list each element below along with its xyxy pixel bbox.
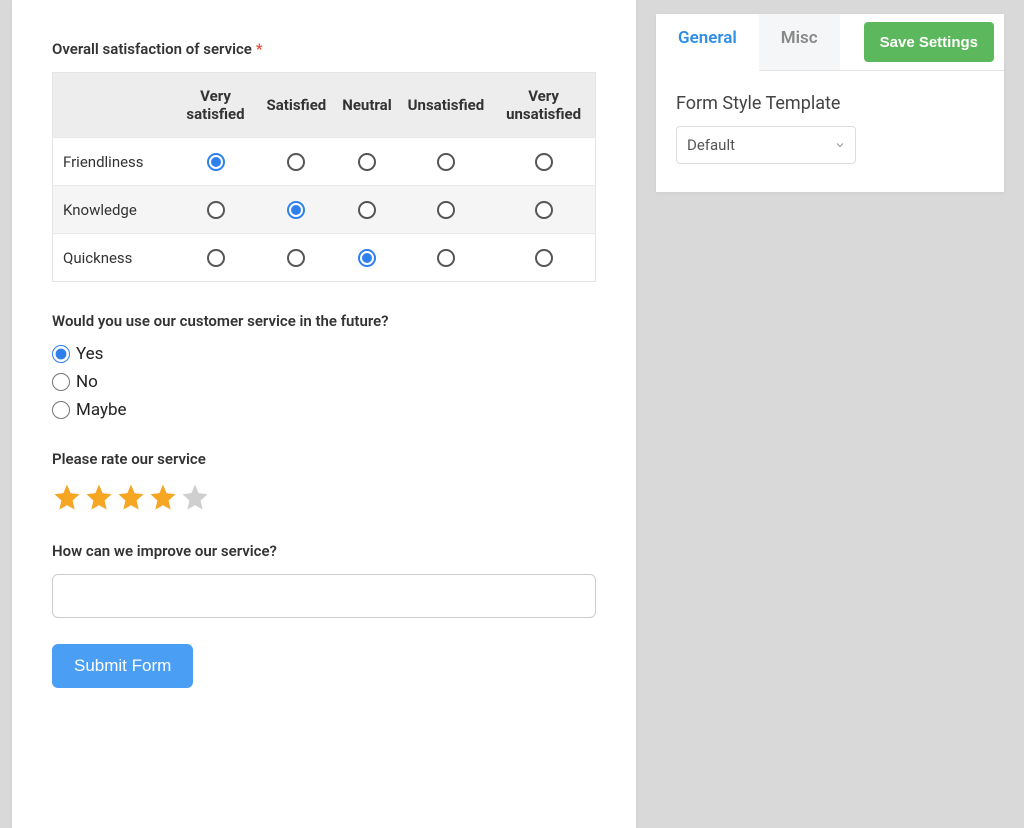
col-neutral: Neutral (334, 73, 399, 138)
matrix-radio[interactable] (437, 249, 455, 267)
col-very-unsatisfied: Very unsatisfied (492, 73, 595, 138)
q3-label: Please rate our service (52, 450, 596, 468)
matrix-radio[interactable] (207, 153, 225, 171)
radio-input[interactable] (52, 373, 70, 391)
col-satisfied: Satisfied (259, 73, 335, 138)
col-very-satisfied: Very satisfied (173, 73, 259, 138)
row-label: Quickness (53, 234, 173, 282)
tab-general[interactable]: General (656, 14, 759, 71)
template-label: Form Style Template (676, 93, 984, 114)
matrix-radio[interactable] (437, 201, 455, 219)
matrix-radio[interactable] (207, 249, 225, 267)
q4-label: How can we improve our service? (52, 542, 596, 560)
matrix-row-knowledge: Knowledge (53, 186, 596, 234)
radio-input[interactable] (52, 401, 70, 419)
star-icon[interactable] (180, 482, 210, 512)
q2-options: Yes No Maybe (52, 344, 596, 420)
form-preview-panel: Overall satisfaction of service* Very sa… (12, 0, 636, 828)
matrix-radio[interactable] (358, 153, 376, 171)
star-icon[interactable] (84, 482, 114, 512)
sidebar-tabs: General Misc Save Settings (656, 14, 1004, 71)
row-label: Friendliness (53, 138, 173, 186)
row-label: Knowledge (53, 186, 173, 234)
radio-input[interactable] (52, 345, 70, 363)
opt-label: Yes (76, 344, 103, 364)
star-icon[interactable] (116, 482, 146, 512)
submit-button[interactable]: Submit Form (52, 644, 193, 688)
matrix-radio[interactable] (535, 249, 553, 267)
q1-label: Overall satisfaction of service* (52, 40, 596, 58)
matrix-radio[interactable] (287, 249, 305, 267)
q2-opt-maybe[interactable]: Maybe (52, 400, 596, 420)
satisfaction-matrix: Very satisfied Satisfied Neutral Unsatis… (52, 72, 596, 282)
tab-misc[interactable]: Misc (759, 14, 840, 70)
matrix-row-friendliness: Friendliness (53, 138, 596, 186)
star-icon[interactable] (52, 482, 82, 512)
opt-label: No (76, 372, 98, 392)
q2-opt-yes[interactable]: Yes (52, 344, 596, 364)
matrix-radio[interactable] (358, 201, 376, 219)
improve-input[interactable] (52, 574, 596, 618)
template-select[interactable]: Default (676, 126, 856, 164)
matrix-radio[interactable] (535, 201, 553, 219)
star-rating[interactable] (52, 482, 596, 512)
required-marker: * (256, 40, 263, 58)
star-icon[interactable] (148, 482, 178, 512)
matrix-radio[interactable] (535, 153, 553, 171)
matrix-radio[interactable] (437, 153, 455, 171)
template-select-value[interactable]: Default (676, 126, 856, 164)
settings-sidebar: General Misc Save Settings Form Style Te… (656, 14, 1004, 192)
matrix-row-quickness: Quickness (53, 234, 596, 282)
q2-label: Would you use our customer service in th… (52, 312, 596, 330)
matrix-radio[interactable] (287, 201, 305, 219)
save-settings-button[interactable]: Save Settings (864, 22, 994, 62)
q2-opt-no[interactable]: No (52, 372, 596, 392)
col-unsatisfied: Unsatisfied (400, 73, 492, 138)
matrix-radio[interactable] (207, 201, 225, 219)
opt-label: Maybe (76, 400, 127, 420)
matrix-radio[interactable] (287, 153, 305, 171)
matrix-radio[interactable] (358, 249, 376, 267)
